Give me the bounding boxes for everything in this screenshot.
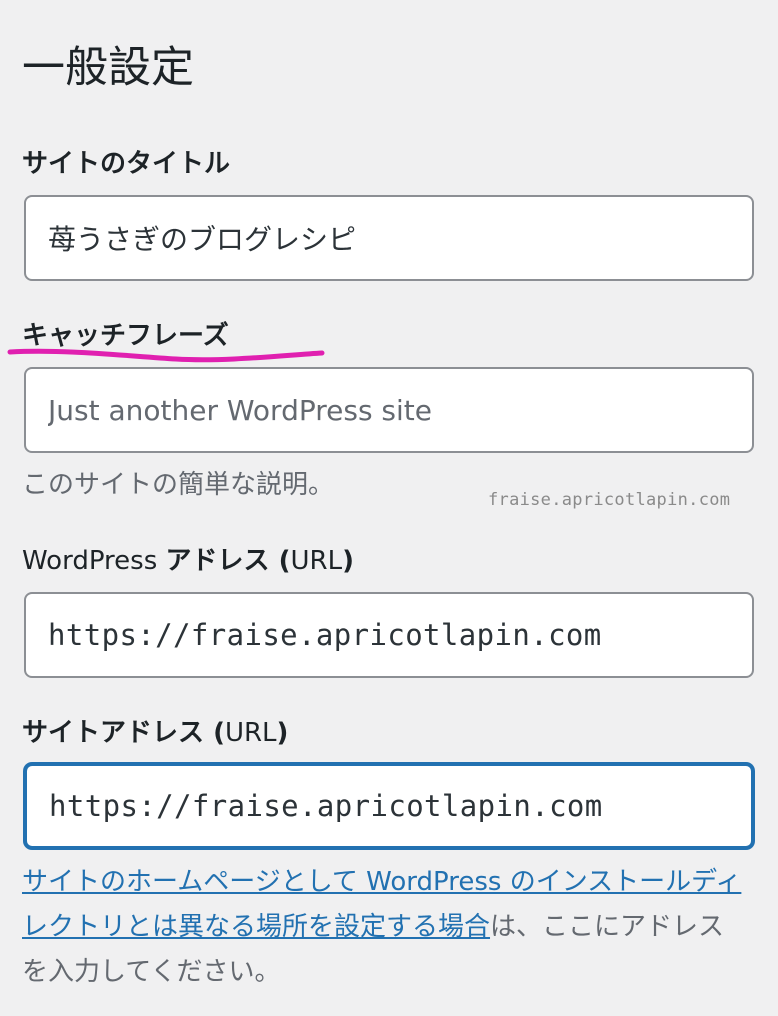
wordpress-address-input[interactable] <box>24 592 754 678</box>
wordpress-address-label-bold: アドレス <box>165 546 270 576</box>
site-address-label-url: URL <box>224 718 277 748</box>
wordpress-address-label-paren-close: ) <box>342 546 354 576</box>
wordpress-address-label-prefix: WordPress <box>22 546 166 576</box>
site-title-input[interactable] <box>24 195 754 281</box>
site-title-label: サイトのタイトル <box>22 149 231 179</box>
site-address-input[interactable] <box>24 763 754 849</box>
tagline-input[interactable] <box>24 367 754 453</box>
tagline-description: このサイトの簡単な説明。 <box>22 470 335 500</box>
site-address-label-paren-open: ( <box>204 718 225 748</box>
tagline-label: キャッチフレーズ <box>22 321 229 351</box>
site-address-label-paren-close: ) <box>276 718 289 748</box>
page-title: 一般設定 <box>22 43 194 93</box>
wordpress-address-label-url: URL <box>290 546 343 576</box>
site-address-description: サイトのホームページとして WordPress のインストールディレクトリとは異… <box>22 860 746 995</box>
site-address-label: サイトアドレス (URL) <box>22 715 288 751</box>
watermark: fraise.apricotlapin.com <box>488 490 731 510</box>
wordpress-address-label: WordPress アドレス (URL) <box>22 543 354 579</box>
general-settings-page: 一般設定 サイトのタイトル キャッチフレーズ このサイトの簡単な説明。 frai… <box>0 0 778 1016</box>
wordpress-address-label-paren-open: ( <box>269 546 291 576</box>
site-address-label-bold: サイトアドレス <box>22 718 205 748</box>
